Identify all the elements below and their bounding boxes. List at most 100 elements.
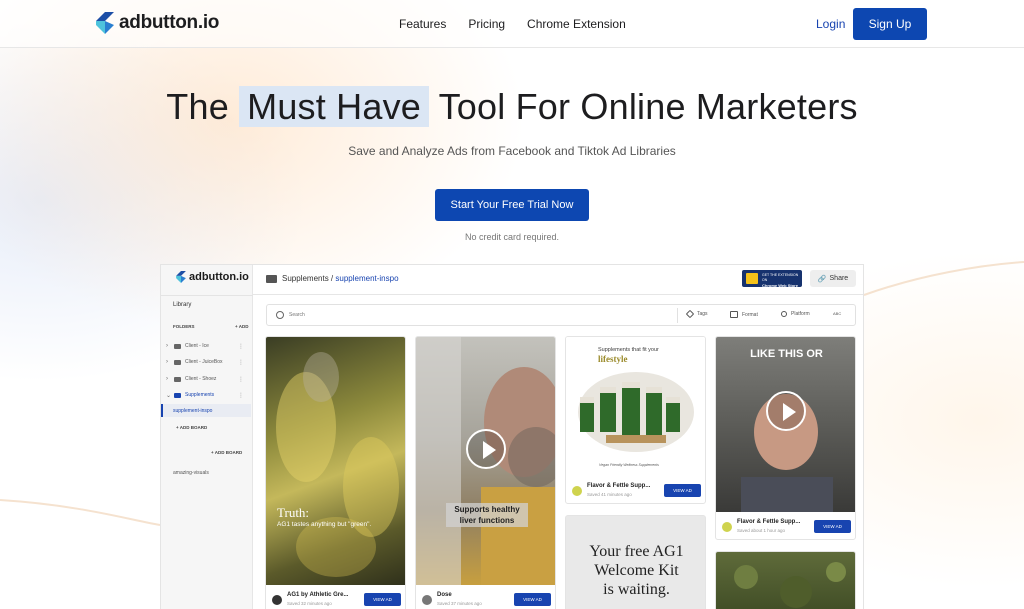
chevron-right-icon: ›: [166, 343, 168, 349]
ad-saved-time: Saved 32 minutes ago: [287, 601, 332, 606]
login-link[interactable]: Login: [816, 17, 845, 31]
ad-card[interactable]: Supplements that fit your lifestyle Vega…: [565, 336, 706, 504]
app-preview: adbutton.io Library FOLDERS + ADD › Clie…: [160, 264, 864, 609]
view-ad-button[interactable]: VIEW AD: [664, 484, 701, 497]
share-button[interactable]: 🔗 Share: [810, 270, 856, 287]
search-bar[interactable]: Search Tags Format Platform ABC: [266, 304, 856, 326]
play-icon[interactable]: [766, 391, 806, 431]
sidebar-folder-client-shoez[interactable]: › Client - Shoez ⋮: [166, 373, 250, 385]
ad-video: Supports healthy liver functions: [416, 337, 555, 585]
breadcrumb-separator: /: [328, 274, 336, 283]
ad-caption: Supports healthy liver functions: [446, 503, 528, 527]
hero-subtitle: Save and Analyze Ads from Facebook and T…: [348, 144, 676, 158]
nav-links: Features Pricing Chrome Extension: [399, 17, 648, 31]
folder-icon: [266, 274, 277, 283]
chrome-web-store-badge[interactable]: GET THE EXTENSION ON Chrome Web Store: [742, 270, 802, 288]
ad-title: Dose: [437, 592, 452, 598]
folder-icon: [174, 392, 181, 398]
top-navigation: adbutton.io Features Pricing Chrome Exte…: [0, 0, 1024, 48]
folder-label: Client - JuiceBox: [185, 359, 223, 365]
badge-line1: GET THE EXTENSION ON: [762, 273, 799, 282]
sidebar-board-amazing-visuals[interactable]: amazing-visuals: [173, 470, 209, 476]
ad-image: Supplements that fit your lifestyle Vega…: [566, 337, 705, 475]
folder-label: Client - Ice: [185, 343, 209, 349]
filter-tags[interactable]: Tags: [685, 309, 708, 319]
sidebar-folder-client-juicebox[interactable]: › Client - JuiceBox ⋮: [166, 356, 250, 368]
ad-overlay-headline: Your free AG1 Welcome Kit is waiting.: [566, 542, 705, 599]
folder-icon: [174, 376, 181, 382]
sidebar-divider: [161, 295, 253, 296]
ad-overlay-tagline: Supplements that fit your: [598, 347, 659, 353]
filter-sort[interactable]: ABC: [833, 311, 841, 316]
hero-title-post: Tool For Online Marketers: [438, 86, 858, 127]
ad-image-texture: [276, 352, 399, 577]
brand-logo[interactable]: adbutton.io: [96, 12, 219, 34]
folder-label: Supplements: [185, 392, 215, 398]
hero-title: The Must Have Tool For Online Marketers: [0, 86, 1024, 128]
start-free-trial-button[interactable]: Start Your Free Trial Now: [435, 189, 589, 221]
chevron-right-icon: ›: [166, 376, 168, 382]
hero-title-pre: The: [166, 86, 229, 127]
adbutton-logo-icon: [96, 12, 114, 34]
brand-avatar: [572, 486, 582, 496]
folders-heading: FOLDERS: [173, 324, 195, 329]
nav-link-pricing[interactable]: Pricing: [468, 17, 505, 31]
ad-card[interactable]: LIKE THIS OR Flavor & Fettle Supp... Sav…: [715, 336, 856, 540]
view-ad-button[interactable]: VIEW AD: [364, 593, 401, 606]
signup-button[interactable]: Sign Up: [853, 8, 927, 40]
link-icon: 🔗: [817, 275, 827, 283]
sidebar-board-supplement-inspo[interactable]: supplement-inspo: [173, 408, 212, 414]
more-icon[interactable]: ⋮: [238, 376, 244, 383]
ad-saved-time: Saved about 1 hour ago: [737, 528, 786, 533]
add-folder-button[interactable]: + ADD: [235, 324, 248, 329]
chrome-store-icon: [746, 273, 758, 284]
ad-overlay-footer: Vegan Friendly Wellness Supplements: [599, 463, 659, 467]
folder-icon: [174, 359, 181, 365]
sidebar-folder-client-ice[interactable]: › Client - Ice ⋮: [166, 340, 250, 352]
ad-caption-line2: liver functions: [459, 516, 515, 525]
breadcrumb-folder[interactable]: Supplements: [282, 274, 329, 283]
filter-platform[interactable]: Platform: [781, 311, 810, 317]
breadcrumb-board[interactable]: supplement-inspo: [335, 274, 398, 283]
adbutton-logo-icon: [176, 271, 186, 283]
more-icon[interactable]: ⋮: [238, 359, 244, 366]
sidebar-folder-supplements[interactable]: ⌄ Supplements ⋮: [166, 389, 250, 401]
ad-title: AG1 by Athletic Gre...: [287, 592, 349, 598]
ad-caption-line1: Supports healthy: [454, 505, 520, 514]
app-topbar: Supplements / supplement-inspo GET THE E…: [253, 265, 863, 295]
view-ad-button[interactable]: VIEW AD: [814, 520, 851, 533]
ad-card[interactable]: Truth: AG1 tastes anything but "green". …: [265, 336, 406, 609]
nav-link-features[interactable]: Features: [399, 17, 446, 31]
brand-name: adbutton.io: [119, 12, 220, 33]
more-icon[interactable]: ⋮: [238, 343, 244, 350]
play-icon[interactable]: [466, 429, 506, 469]
app-sidebar: adbutton.io Library FOLDERS + ADD › Clie…: [161, 265, 253, 609]
filter-format[interactable]: Format: [730, 311, 758, 318]
ad-card[interactable]: Your free AG1 Welcome Kit is waiting.: [565, 515, 706, 609]
more-icon[interactable]: ⋮: [238, 392, 244, 399]
search-input[interactable]: Search: [289, 312, 305, 318]
ad-title: Flavor & Fettle Supp...: [737, 519, 801, 525]
ad-card[interactable]: [715, 551, 856, 609]
add-board-inner-button[interactable]: + ADD BOARD: [176, 425, 207, 430]
view-ad-button[interactable]: VIEW AD: [514, 593, 551, 606]
supplement-bottles-image: [578, 372, 694, 452]
ad-saved-time: Saved 37 minutes ago: [437, 601, 482, 606]
ad-video: LIKE THIS OR: [716, 337, 855, 512]
brand-avatar: [722, 522, 732, 532]
share-nodes-icon: [781, 311, 787, 317]
ad-card[interactable]: Supports healthy liver functions Dose Sa…: [415, 336, 556, 609]
filter-divider: [677, 308, 678, 323]
ad-image-texture: [734, 562, 846, 608]
tag-icon: [685, 309, 695, 319]
ad-headline-line2: Welcome Kit: [594, 562, 679, 579]
ad-headline-line1: Your free AG1: [589, 543, 684, 560]
app-logo: adbutton.io: [176, 271, 249, 283]
chevron-down-icon: ⌄: [166, 392, 172, 399]
nav-link-chrome-extension[interactable]: Chrome Extension: [527, 17, 626, 31]
filter-label: Format: [742, 311, 758, 318]
folder-label: Client - Shoez: [185, 376, 217, 382]
share-label: Share: [829, 275, 849, 282]
sidebar-library[interactable]: Library: [173, 302, 191, 308]
add-board-button[interactable]: + ADD BOARD: [211, 450, 242, 455]
